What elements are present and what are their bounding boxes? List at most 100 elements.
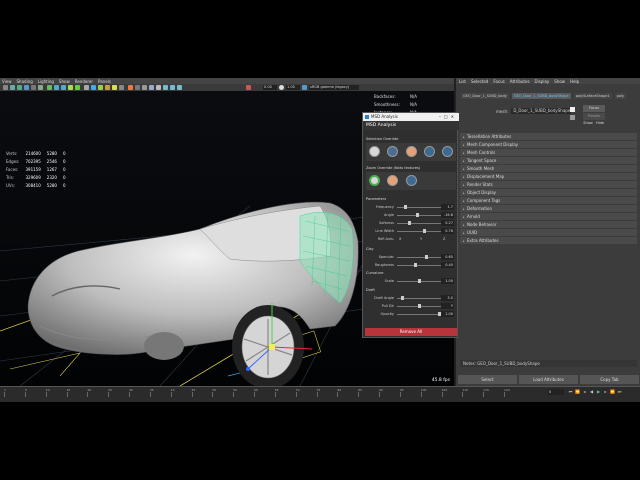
angle-slider[interactable] bbox=[397, 214, 442, 216]
section-smooth-mesh[interactable]: ▸ Smooth Mesh bbox=[460, 165, 637, 173]
film-gate-icon[interactable] bbox=[54, 85, 59, 90]
roughness-knob[interactable] bbox=[413, 263, 417, 267]
go-to-end-icon[interactable]: ⏭ bbox=[617, 389, 622, 395]
section-extra-attributes[interactable]: ▸ Extra Attributes bbox=[460, 237, 637, 245]
isolate-select-icon[interactable] bbox=[156, 85, 161, 90]
section-mesh-controls[interactable]: ▸ Mesh Controls bbox=[460, 149, 637, 157]
section-object-display[interactable]: ▸ Object Display bbox=[460, 189, 637, 197]
softness-value[interactable]: 0.27 bbox=[441, 220, 454, 226]
msd-window-titlebar[interactable]: MSD Analysis –□✕ bbox=[363, 113, 459, 121]
focus-button[interactable]: Focus bbox=[583, 105, 605, 112]
ae-menu-focus[interactable]: Focus bbox=[493, 79, 504, 84]
zebra-stripe-icon[interactable] bbox=[369, 146, 380, 157]
refl-axis-x[interactable]: X bbox=[399, 236, 401, 242]
load-attributes-button[interactable]: Load Attributes bbox=[519, 375, 578, 384]
xray-icon[interactable] bbox=[163, 85, 168, 90]
menu-shading[interactable]: Shading bbox=[17, 79, 33, 84]
lighting-icon[interactable] bbox=[112, 85, 117, 90]
softness-knob[interactable] bbox=[407, 221, 411, 225]
section-render-stats[interactable]: ▸ Render Stats bbox=[460, 181, 637, 189]
specular-knob[interactable] bbox=[424, 255, 428, 259]
gamma-field[interactable]: 0.00 bbox=[263, 85, 277, 90]
section-component-tags[interactable]: ▸ Component Tags bbox=[460, 197, 637, 205]
step-back-frame-icon[interactable]: ◂ bbox=[582, 389, 587, 395]
grease-pencil-icon[interactable] bbox=[38, 85, 43, 90]
frequency-value[interactable]: 1.7 bbox=[441, 204, 454, 210]
roughness-slider[interactable] bbox=[397, 264, 442, 266]
specular-value[interactable]: 0.65 bbox=[441, 254, 454, 260]
pull-dir-knob[interactable] bbox=[418, 304, 421, 308]
notes-field[interactable]: Notes: GEO_Door_1_SUBD_bodyShape bbox=[460, 360, 637, 367]
section-tessellation[interactable]: ▸ Tessellation Attributes bbox=[460, 133, 637, 141]
reflection-override-icon[interactable] bbox=[406, 175, 417, 186]
angle-value[interactable]: -16.8 bbox=[441, 212, 454, 218]
ae-menu-attributes[interactable]: Attributes bbox=[510, 79, 530, 84]
mesh-name-field[interactable]: D_Door_1_SUBD_bodyShape bbox=[511, 108, 572, 114]
anti-aliasing-icon[interactable] bbox=[142, 85, 147, 90]
step-forward-key-icon[interactable]: ⏩ bbox=[610, 389, 615, 395]
image-plane-icon[interactable] bbox=[24, 85, 29, 90]
tab-transform-node[interactable]: GEO_Door_1_SUBD_body bbox=[461, 93, 509, 99]
ae-menu-show[interactable]: Show bbox=[554, 79, 565, 84]
presets-button[interactable]: Presets bbox=[583, 113, 605, 120]
opacity-slider[interactable] bbox=[397, 313, 442, 315]
color-management-icon[interactable] bbox=[246, 85, 251, 90]
play-backwards-icon[interactable]: ◀ bbox=[589, 389, 594, 395]
step-forward-frame-icon[interactable]: ▸ bbox=[603, 389, 608, 395]
refl-axis-y[interactable]: Y bbox=[420, 236, 422, 242]
color-space-dropdown[interactable]: sRGB gamma (legacy) bbox=[309, 85, 359, 90]
zebra-override-icon[interactable] bbox=[369, 175, 380, 186]
opacity-value[interactable]: 1.00 bbox=[441, 311, 454, 317]
scale-value[interactable]: 1.00 bbox=[441, 278, 454, 284]
tab-poly-surface-shape[interactable]: polySurfaceShape1 bbox=[573, 93, 612, 99]
exposure-icon[interactable] bbox=[279, 85, 284, 90]
draft-angle-icon[interactable] bbox=[424, 146, 435, 157]
menu-show[interactable]: Show bbox=[59, 79, 70, 84]
section-uuid[interactable]: ▸ UUID bbox=[460, 229, 637, 237]
shadows-icon[interactable] bbox=[119, 85, 124, 90]
resolution-gate-icon[interactable] bbox=[61, 85, 66, 90]
motion-blur-icon[interactable] bbox=[135, 85, 140, 90]
gate-mask-icon[interactable] bbox=[68, 85, 73, 90]
menu-lighting[interactable]: Lighting bbox=[38, 79, 54, 84]
close-icon[interactable]: ✕ bbox=[451, 114, 457, 119]
maximize-icon[interactable]: □ bbox=[444, 114, 451, 119]
menu-panels[interactable]: Panels bbox=[98, 79, 111, 84]
select-camera-icon[interactable] bbox=[3, 85, 8, 90]
line-width-knob[interactable] bbox=[422, 229, 426, 233]
roughness-value[interactable]: 0.40 bbox=[441, 262, 454, 268]
section-tangent-space[interactable]: ▸ Tangent Space bbox=[460, 157, 637, 165]
tab-poly[interactable]: poly bbox=[614, 93, 627, 99]
frequency-knob[interactable] bbox=[403, 205, 407, 209]
section-mesh-component-display[interactable]: ▸ Mesh Component Display bbox=[460, 141, 637, 149]
textured-icon[interactable] bbox=[105, 85, 110, 90]
scale-knob[interactable] bbox=[418, 279, 421, 283]
camera-attributes-icon[interactable] bbox=[10, 85, 15, 90]
ae-menu-selected[interactable]: Selected bbox=[471, 79, 488, 84]
go-to-start-icon[interactable]: ⏮ bbox=[568, 389, 573, 395]
menu-renderer[interactable]: Renderer bbox=[75, 79, 93, 84]
hide-button[interactable]: Hide bbox=[595, 120, 605, 127]
grid-icon[interactable] bbox=[47, 85, 52, 90]
show-button[interactable]: Show bbox=[583, 120, 593, 127]
exposure-field[interactable]: 1.00 bbox=[286, 85, 300, 90]
softness-slider[interactable] bbox=[397, 222, 442, 224]
bookmark-icon[interactable] bbox=[17, 85, 22, 90]
angle-knob[interactable] bbox=[415, 213, 419, 217]
section-deformation[interactable]: ▸ Deformation bbox=[460, 205, 637, 213]
ae-menu-list[interactable]: List bbox=[459, 79, 466, 84]
ambient-occlusion-icon[interactable] bbox=[128, 85, 133, 90]
xray-components-icon[interactable] bbox=[177, 85, 182, 90]
field-chart-icon[interactable] bbox=[75, 85, 80, 90]
line-width-slider[interactable] bbox=[397, 230, 442, 232]
select-node-icon[interactable] bbox=[570, 107, 575, 112]
menu-view[interactable]: View bbox=[2, 79, 12, 84]
select-button[interactable]: Select bbox=[458, 375, 517, 384]
line-width-value[interactable]: 0.78 bbox=[441, 228, 454, 234]
tab-shape-node[interactable]: GEO_Door_1_SUBD_bodyShape bbox=[511, 93, 571, 99]
specular-slider[interactable] bbox=[397, 256, 442, 258]
refl-axis-z[interactable]: Z bbox=[443, 236, 445, 242]
pull-dir-value[interactable]: Y bbox=[441, 303, 454, 309]
draft-angle-knob[interactable] bbox=[400, 296, 404, 300]
wireframe-on-shaded-icon[interactable] bbox=[98, 85, 103, 90]
